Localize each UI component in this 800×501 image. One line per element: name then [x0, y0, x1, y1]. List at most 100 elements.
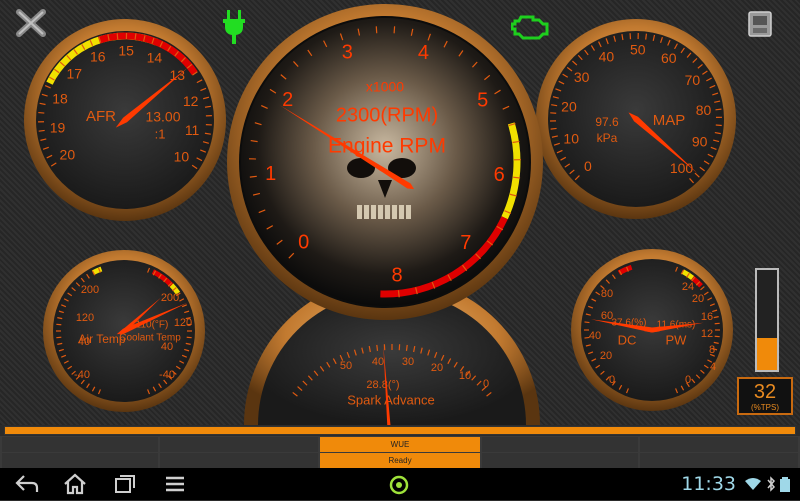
afr-gauge: 1011121314151617181920AFR13.00:1 — [24, 19, 226, 221]
tick-label: 19 — [50, 119, 66, 135]
tick-label: 3 — [342, 42, 353, 64]
plug-icon[interactable] — [222, 10, 246, 49]
dc-pw-gauge: 0204060800481216202437.6(%)11.6(ms)DCPW — [571, 249, 733, 411]
engine-icon[interactable] — [511, 14, 549, 45]
tick-mark — [646, 34, 647, 40]
tick-label: 30 — [402, 356, 414, 368]
spark-value: 28.8(°) — [366, 379, 399, 391]
tick-label: 15 — [118, 43, 134, 59]
recent-apps-icon[interactable] — [112, 472, 138, 501]
tick-label: 0 — [483, 378, 489, 390]
tick-label: 40 — [589, 330, 601, 342]
home-icon[interactable] — [62, 472, 88, 501]
tick-mark — [250, 176, 257, 177]
skull-tooth — [378, 205, 383, 219]
rpm-value: 2300(RPM) — [336, 104, 438, 126]
tick-label: 7 — [460, 232, 471, 254]
dashboard: 1011121314151617181920AFR13.00:1 0102030… — [0, 0, 800, 425]
status-cell — [2, 437, 158, 452]
dc-label: DC — [618, 332, 637, 347]
tick-label: 80 — [601, 288, 613, 300]
map-gauge: 0102030405060708090100MAP97.6kPa — [536, 19, 736, 219]
tick-label: 16 — [90, 48, 106, 64]
tick-label: 70 — [685, 72, 701, 88]
back-icon[interactable] — [14, 472, 40, 501]
status-cell — [160, 453, 318, 468]
skull-tooth — [364, 205, 369, 219]
skull-background — [241, 18, 529, 306]
status-cell — [482, 437, 638, 452]
tick-label: 5 — [477, 90, 488, 112]
tick-label: 20 — [60, 147, 76, 163]
tick-label: 8 — [709, 344, 715, 356]
status-ready: Ready — [320, 453, 480, 468]
tick-mark — [135, 34, 136, 40]
tick-label: 40 — [599, 48, 615, 64]
tick-label: 100 — [670, 160, 694, 176]
tick-label: -40 — [74, 369, 90, 381]
tick-label: 30 — [574, 69, 590, 85]
rpm-gauge: 012345678x10002300(RPM)Engine RPM — [227, 4, 543, 320]
temperature-gauge: -4040120200-4040120200Air TempCoolant Te… — [43, 250, 205, 412]
tick-label: 0 — [298, 232, 309, 254]
spark-title: Spark Advance — [347, 392, 434, 407]
tick-label: 50 — [340, 360, 352, 372]
status-wue: WUE — [320, 437, 480, 452]
tick-label: 20 — [692, 293, 704, 305]
skull-tooth — [406, 205, 411, 219]
afr-value: 13.00 — [145, 109, 180, 125]
gauge-panel: 1011121314151617181920AFR13.00:1 0102030… — [0, 0, 800, 425]
status-cell — [640, 453, 798, 468]
tick-label: 200 — [81, 284, 99, 296]
tick-mark — [39, 130, 45, 131]
map-title: MAP — [653, 112, 686, 129]
tick-label: 40 — [372, 356, 384, 368]
tick-label: 90 — [692, 134, 708, 150]
map-unit: kPa — [597, 131, 618, 145]
tps-unit: (%TPS) — [739, 403, 791, 413]
tick-mark — [715, 109, 721, 110]
tick-label: 14 — [147, 49, 163, 65]
tick-label: 50 — [630, 42, 646, 58]
tick-label: 10 — [174, 149, 190, 165]
tick-mark — [38, 113, 44, 114]
wifi-icon — [744, 477, 762, 496]
tick-label: 60 — [661, 50, 677, 66]
tick-label: 6 — [494, 164, 505, 186]
tick-label: 200 — [161, 292, 179, 304]
notification-dot-icon[interactable] — [388, 474, 410, 501]
tick-label: 2 — [282, 89, 293, 111]
afr-title: AFR — [86, 108, 116, 125]
clock: 11:33 — [681, 473, 736, 495]
tps-readout: 32 (%TPS) — [737, 377, 793, 415]
tools-icon[interactable] — [14, 8, 48, 43]
android-nav-bar: 11:33 — [0, 468, 800, 500]
tick-label: 120 — [76, 312, 94, 324]
skull-tooth — [371, 205, 376, 219]
rpm-multiplier: x1000 — [366, 79, 404, 95]
tick-label: 10 — [459, 370, 471, 382]
status-cell — [2, 453, 158, 468]
tick-label: 20 — [600, 350, 612, 362]
tick-mark — [551, 128, 557, 129]
tick-label: 80 — [696, 102, 712, 118]
tick-mark — [377, 345, 378, 351]
tick-label: 17 — [67, 65, 83, 81]
skull-tooth — [399, 205, 404, 219]
battery-icon — [780, 476, 790, 497]
tick-label: 20 — [431, 362, 443, 374]
dashboard-icon[interactable] — [747, 10, 773, 45]
menu-icon[interactable] — [162, 472, 188, 501]
tick-label: 0 — [609, 374, 615, 386]
tick-mark — [398, 290, 399, 297]
coolant-temp-label: Coolant Temp — [119, 333, 181, 344]
tick-mark — [513, 177, 520, 178]
status-cell — [160, 437, 318, 452]
map-value: 97.6 — [595, 115, 619, 129]
tick-label: 12 — [183, 93, 199, 109]
tick-label: 10 — [563, 130, 579, 146]
skull-tooth — [392, 205, 397, 219]
tps-bar — [755, 268, 779, 372]
tps-value: 32 — [739, 381, 791, 403]
tick-label: 24 — [682, 281, 694, 293]
